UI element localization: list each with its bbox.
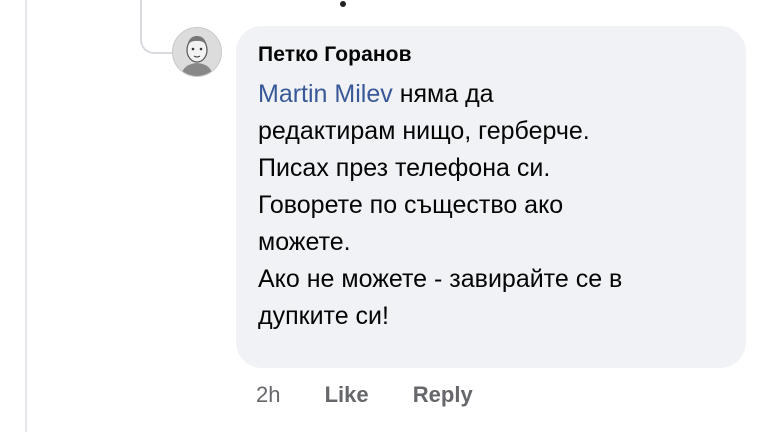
comment-line: Martin Milev няма да xyxy=(258,76,724,113)
mention-link[interactable]: Martin Milev xyxy=(258,80,393,108)
comment-line: Ако не можете - завирайте се в xyxy=(258,265,623,293)
reply-button[interactable]: Reply xyxy=(413,382,473,407)
comment-actions: 2h Like Reply xyxy=(256,382,511,408)
reply-branch-connector xyxy=(140,0,172,54)
previous-comment-fragment xyxy=(340,0,490,7)
thread-line xyxy=(25,0,27,432)
comment-line: Говорете по същество ако xyxy=(258,191,564,219)
user-avatar-icon xyxy=(173,28,221,76)
avatar[interactable] xyxy=(172,27,222,77)
comment-line: редактирам нищо, герберче. xyxy=(258,117,590,145)
comment-timestamp[interactable]: 2h xyxy=(256,382,280,407)
comment-line: дупките си! xyxy=(258,302,389,330)
comment-author[interactable]: Петко Горанов xyxy=(258,42,724,68)
comment-body: Martin Milev няма да редактирам нищо, ге… xyxy=(258,76,724,335)
comment-bubble: Петко Горанов Martin Milev няма да редак… xyxy=(236,26,746,368)
like-button[interactable]: Like xyxy=(325,382,369,407)
comment-thread: Петко Горанов Martin Milev няма да редак… xyxy=(0,0,770,432)
comment-line-text: няма да xyxy=(392,80,494,108)
comment-line: можете. xyxy=(258,228,351,256)
comment-line: Писах през телефона си. xyxy=(258,154,551,182)
